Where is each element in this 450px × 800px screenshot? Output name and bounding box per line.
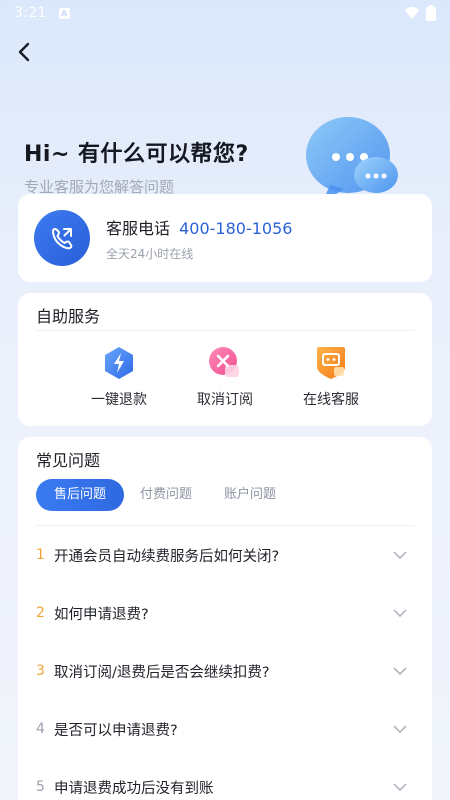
faq-number: 4 bbox=[36, 721, 45, 737]
faq-item-4[interactable]: 4 是否可以申请退费? bbox=[36, 700, 414, 758]
cancel-subscription-label: 取消订阅 bbox=[197, 392, 253, 408]
faq-number: 3 bbox=[36, 663, 45, 679]
chevron-down-icon bbox=[392, 721, 408, 737]
self-service-card: 自助服务 一键退款 取消订阅 在线客服 bbox=[18, 293, 432, 426]
chevron-down-icon bbox=[392, 547, 408, 563]
online-service-label: 在线客服 bbox=[303, 392, 359, 408]
faq-question: 如何申请退费? bbox=[54, 606, 149, 623]
faq-item-3[interactable]: 3 取消订阅/退费后是否会继续扣费? bbox=[36, 642, 414, 700]
faq-question: 取消订阅/退费后是否会继续扣费? bbox=[54, 664, 270, 681]
notification-a-icon: A bbox=[58, 7, 70, 19]
chevron-left-icon bbox=[18, 42, 30, 62]
tab-after-sales[interactable]: 售后问题 bbox=[36, 479, 125, 511]
self-service-title: 自助服务 bbox=[36, 293, 414, 331]
phone-call-icon bbox=[34, 210, 90, 266]
chevron-down-icon bbox=[392, 605, 408, 621]
page-title: Hi~ 有什么可以帮您? bbox=[24, 142, 249, 167]
battery-icon bbox=[426, 5, 436, 21]
faq-question: 开通会员自动续费服务后如何关闭? bbox=[54, 548, 280, 565]
faq-number: 2 bbox=[36, 605, 45, 621]
status-icons bbox=[404, 5, 436, 21]
phone-label: 客服电话 bbox=[106, 218, 171, 238]
chevron-down-icon bbox=[392, 779, 408, 795]
faq-list: 1 开通会员自动续费服务后如何关闭? 2 如何申请退费? 3 取消订阅/退费后是… bbox=[36, 526, 414, 800]
faq-item-5[interactable]: 5 申请退费成功后没有到账 bbox=[36, 758, 414, 800]
service-hours: 全天24小时在线 bbox=[106, 246, 194, 261]
customer-service-phone-card[interactable]: 客服电话 400-180-1056 全天24小时在线 bbox=[18, 194, 432, 282]
faq-tabs: 售后问题 付费问题 账户问题 bbox=[36, 479, 414, 526]
faq-item-2[interactable]: 2 如何申请退费? bbox=[36, 584, 414, 642]
phone-info: 客服电话 400-180-1056 全天24小时在线 bbox=[106, 215, 292, 262]
chat-bubbles-illustration bbox=[306, 117, 398, 203]
cancel-subscription-button[interactable]: 取消订阅 bbox=[180, 345, 270, 409]
faq-card: 常见问题 售后问题 付费问题 账户问题 1 开通会员自动续费服务后如何关闭? 2… bbox=[18, 437, 432, 800]
online-service-button[interactable]: 在线客服 bbox=[286, 345, 376, 409]
online-service-icon bbox=[313, 345, 349, 381]
tab-account[interactable]: 账户问题 bbox=[208, 479, 292, 511]
tab-payment[interactable]: 付费问题 bbox=[124, 479, 208, 511]
wifi-icon bbox=[404, 7, 420, 19]
faq-item-1[interactable]: 1 开通会员自动续费服务后如何关闭? bbox=[36, 526, 414, 584]
cancel-subscribe-icon bbox=[207, 345, 243, 381]
faq-number: 1 bbox=[36, 547, 45, 563]
faq-question: 是否可以申请退费? bbox=[54, 722, 178, 739]
faq-question: 申请退费成功后没有到账 bbox=[54, 780, 214, 797]
faq-title: 常见问题 bbox=[36, 451, 101, 470]
one-click-refund-label: 一键退款 bbox=[91, 392, 147, 408]
chevron-down-icon bbox=[392, 663, 408, 679]
status-time: 3:21 bbox=[14, 5, 47, 21]
self-service-row: 一键退款 取消订阅 在线客服 bbox=[36, 331, 414, 409]
status-bar: 3:21 A bbox=[0, 0, 450, 26]
lightning-refund-icon bbox=[101, 345, 137, 381]
one-click-refund-button[interactable]: 一键退款 bbox=[74, 345, 164, 409]
faq-number: 5 bbox=[36, 779, 45, 795]
back-button[interactable] bbox=[12, 40, 36, 64]
phone-line: 客服电话 400-180-1056 bbox=[106, 215, 292, 239]
phone-number-link[interactable]: 400-180-1056 bbox=[179, 219, 292, 238]
